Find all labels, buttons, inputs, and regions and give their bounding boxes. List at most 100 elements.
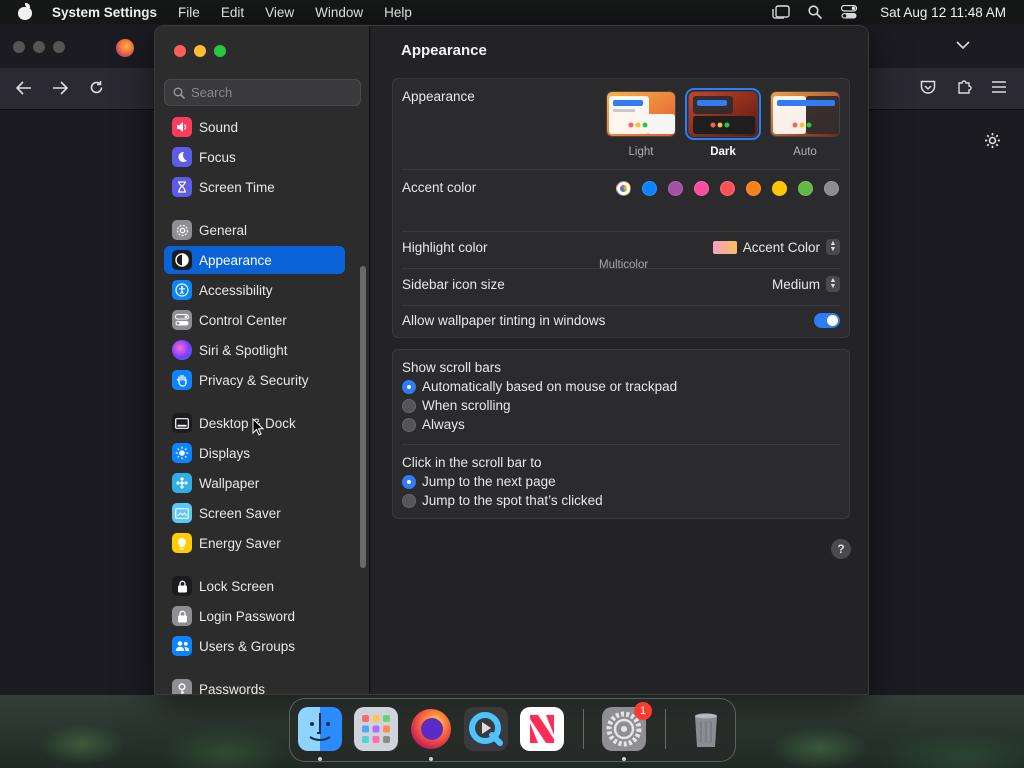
appearance-dark-option[interactable]: [685, 88, 761, 140]
sidebar-item-label: Accessibility: [199, 282, 273, 298]
radio-label: Jump to the spot that’s clicked: [422, 493, 603, 508]
screen-saver-icon: [172, 503, 192, 523]
dock-separator: [665, 709, 666, 749]
sidebar-item-energy-saver[interactable]: Energy Saver: [164, 529, 345, 557]
sidebar-item-general[interactable]: General: [164, 216, 345, 244]
sidebar-item-screen-saver[interactable]: Screen Saver: [164, 499, 345, 527]
sidebar-item-lock-screen[interactable]: Lock Screen: [164, 572, 345, 600]
dock-launchpad-icon[interactable]: [354, 707, 398, 751]
extensions-puzzle-icon[interactable]: [956, 79, 972, 99]
sidebar-item-label: Screen Saver: [199, 505, 281, 521]
accent-color-swatch[interactable]: [720, 181, 735, 196]
sidebar-item-passwords[interactable]: Passwords: [164, 675, 345, 694]
dock-finder-icon[interactable]: [298, 707, 342, 751]
page-settings-gear-icon[interactable]: [984, 132, 1001, 153]
help-button[interactable]: ?: [831, 539, 851, 559]
minimize-button[interactable]: [194, 45, 206, 57]
menu-edit[interactable]: Edit: [221, 5, 244, 20]
radio-button[interactable]: [402, 474, 416, 489]
radio-button[interactable]: [402, 417, 416, 432]
pocket-icon[interactable]: [920, 80, 936, 99]
sidebar-scrollbar[interactable]: [360, 266, 366, 568]
gear-icon: [172, 220, 192, 240]
menu-file[interactable]: File: [178, 5, 200, 20]
menu-window[interactable]: Window: [315, 5, 363, 20]
zoom-button[interactable]: [214, 45, 226, 57]
dock-firefox-icon[interactable]: [409, 707, 453, 751]
menu-app-name[interactable]: System Settings: [52, 5, 157, 20]
sidebar-item-users-groups[interactable]: Users & Groups: [164, 632, 345, 660]
hamburger-menu-icon[interactable]: [992, 81, 1006, 97]
highlight-color-value: Accent Color: [742, 239, 820, 255]
sidebar-item-label: Privacy & Security: [199, 372, 309, 388]
key-lock-icon: [172, 606, 192, 626]
scroll-bars-option-when-scrolling[interactable]: When scrolling: [402, 398, 840, 413]
click-scroll-option-spot-clicked[interactable]: Jump to the spot that’s clicked: [402, 493, 840, 508]
sidebar-item-label: Login Password: [199, 608, 296, 624]
highlight-color-popup[interactable]: Accent Color ▲ ▼: [712, 239, 840, 255]
apple-menu-icon[interactable]: [18, 3, 32, 20]
sidebar-item-control-center[interactable]: Control Center: [164, 306, 345, 334]
sidebar-icon-size-popup[interactable]: Medium ▲ ▼: [772, 276, 840, 292]
browser-close-button[interactable]: [13, 41, 25, 53]
accent-color-swatch[interactable]: [746, 181, 761, 196]
search-field[interactable]: [164, 79, 361, 106]
stage-manager-icon[interactable]: [772, 4, 790, 20]
sidebar-item-displays[interactable]: Displays: [164, 439, 345, 467]
radio-button[interactable]: [402, 379, 416, 394]
sidebar-item-focus[interactable]: Focus: [164, 143, 345, 171]
appearance-auto-option[interactable]: [770, 91, 840, 137]
wallpaper-tinting-toggle[interactable]: [814, 313, 840, 328]
spotlight-search-icon[interactable]: [806, 4, 824, 20]
sidebar-item-accessibility[interactable]: Accessibility: [164, 276, 345, 304]
highlight-color-preview: [712, 240, 737, 254]
browser-zoom-button[interactable]: [53, 41, 65, 53]
accent-multicolor-swatch[interactable]: [616, 181, 631, 196]
popup-stepper-icon: ▲ ▼: [826, 276, 840, 292]
appearance-light-option[interactable]: [606, 91, 676, 137]
dock-running-indicator: [318, 757, 322, 761]
sidebar-item-screen-time[interactable]: Screen Time: [164, 173, 345, 201]
dock-news-icon[interactable]: [520, 707, 564, 751]
radio-button[interactable]: [402, 398, 416, 413]
appearance-settings-group: Appearance Light Dark Auto Accent color …: [392, 78, 850, 338]
dock-quicktime-icon[interactable]: [464, 707, 508, 751]
sidebar-item-appearance[interactable]: Appearance: [164, 246, 345, 274]
menu-clock[interactable]: Sat Aug 12 11:48 AM: [880, 5, 1006, 20]
firefox-tab-icon[interactable]: [116, 39, 134, 57]
back-arrow-icon[interactable]: [15, 81, 32, 99]
close-button[interactable]: [174, 45, 186, 57]
sidebar-item-login-password[interactable]: Login Password: [164, 602, 345, 630]
wallpaper-icon: [172, 473, 192, 493]
tab-list-chevron-icon[interactable]: [956, 38, 970, 54]
accent-color-swatch[interactable]: [772, 181, 787, 196]
reload-icon[interactable]: [89, 80, 104, 99]
search-input[interactable]: [191, 85, 351, 100]
sidebar-item-wallpaper[interactable]: Wallpaper: [164, 469, 345, 497]
sidebar-item-privacy-security[interactable]: Privacy & Security: [164, 366, 345, 394]
sidebar-item-label: Control Center: [199, 312, 287, 328]
moon-icon: [172, 147, 192, 167]
accent-color-swatch[interactable]: [824, 181, 839, 196]
forward-arrow-icon[interactable]: [52, 81, 69, 99]
accent-color-swatch[interactable]: [642, 181, 657, 196]
wallpaper-tinting-label: Allow wallpaper tinting in windows: [402, 313, 606, 328]
dock-trash-icon[interactable]: [684, 707, 728, 751]
sidebar-item-sound[interactable]: Sound: [164, 113, 345, 141]
sidebar-item-label: General: [199, 222, 248, 238]
accent-color-swatch[interactable]: [694, 181, 709, 196]
menu-view[interactable]: View: [265, 5, 294, 20]
browser-minimize-button[interactable]: [33, 41, 45, 53]
appearance-dark-label: Dark: [710, 146, 736, 158]
sidebar-item-siri-spotlight[interactable]: Siri & Spotlight: [164, 336, 345, 364]
scroll-bars-option-automatic[interactable]: Automatically based on mouse or trackpad: [402, 379, 840, 394]
click-scroll-option-next-page[interactable]: Jump to the next page: [402, 474, 840, 489]
scroll-bars-option-always[interactable]: Always: [402, 417, 840, 432]
radio-button[interactable]: [402, 493, 416, 508]
search-icon: [173, 87, 185, 99]
accent-color-swatch[interactable]: [668, 181, 683, 196]
menu-help[interactable]: Help: [384, 5, 412, 20]
control-center-icon[interactable]: [840, 4, 858, 20]
settings-sidebar: Sound Focus Screen Time General: [155, 26, 370, 694]
accent-color-swatch[interactable]: [798, 181, 813, 196]
